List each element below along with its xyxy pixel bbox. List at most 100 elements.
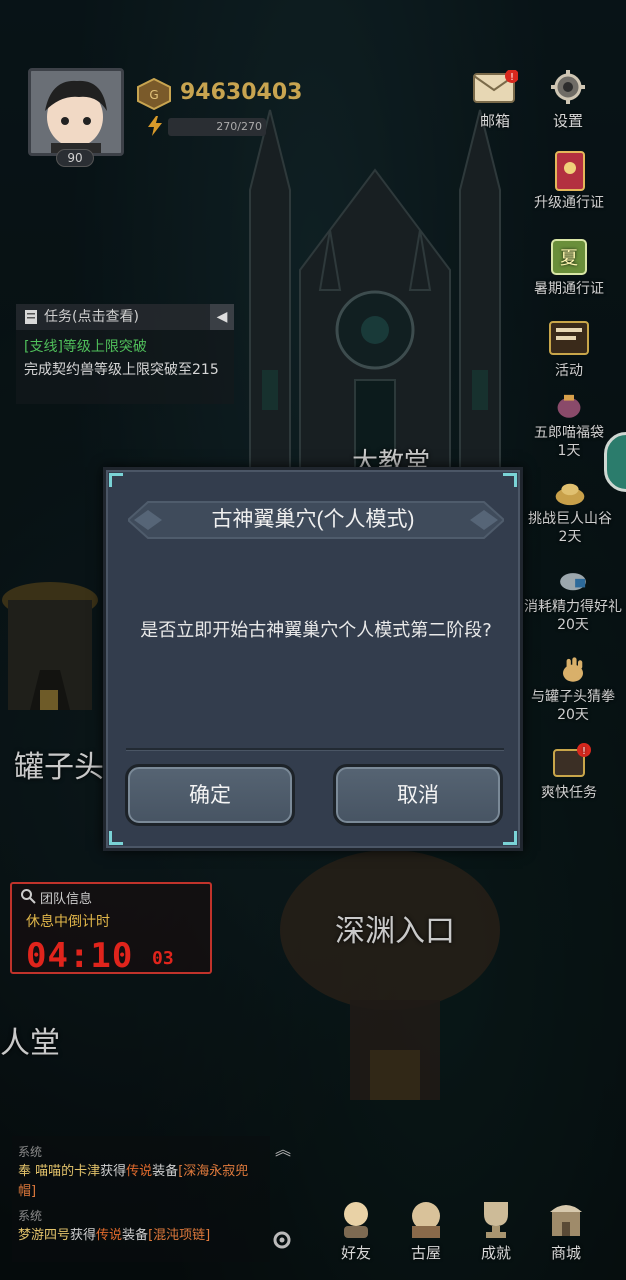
nav-shop[interactable]: 商城 (534, 1198, 598, 1263)
pass-book-icon (555, 151, 585, 191)
chat-text: 获得 (100, 1164, 127, 1179)
magnifier-icon (21, 889, 36, 904)
edge-floating-button[interactable] (604, 432, 626, 492)
svg-text:夏: 夏 (560, 248, 578, 269)
task-collapse-button[interactable]: ◀ (210, 304, 234, 330)
team-header-label: 团队信息 (40, 892, 93, 907)
dialog-title: 古神翼巢穴(个人模式) (211, 508, 415, 531)
energy-gift-label: 消耗精力得好礼 (524, 599, 622, 615)
task-description: 完成契约兽等级上限突破至215 (24, 362, 219, 378)
task-title: [支线]等级上限突破 (24, 339, 147, 355)
chat-text: 装备 (122, 1228, 149, 1243)
countdown-main: 04:10 (26, 936, 134, 976)
task-header-label: 任务(点击查看) (44, 309, 139, 325)
abyss-label: 深渊入口 (335, 914, 455, 949)
chat-text: 获得 (70, 1228, 97, 1243)
chat-settings-gear-icon[interactable] (270, 1228, 294, 1252)
hall-label: 人堂 (0, 1026, 60, 1061)
friends-icon (344, 1202, 368, 1238)
upgrade-pass-label: 升级通行证 (534, 195, 604, 211)
energy-bar: 270/270 (168, 118, 266, 136)
mail-label: 邮箱 (479, 112, 510, 130)
chat-system-tag: 系统 (18, 1209, 43, 1223)
bolt-icon (148, 116, 162, 136)
chat-system-tag: 系统 (18, 1145, 43, 1159)
dialog-message: 是否立即开始古神翼巢穴个人模式第二阶段? (140, 620, 492, 641)
chat-item-link[interactable]: [混沌项链] (148, 1228, 210, 1243)
nav-old-house-label: 古屋 (410, 1244, 441, 1262)
nav-achievements[interactable]: 成就 (464, 1198, 528, 1263)
chat-player-name[interactable]: 奉 喵喵的卡津 (18, 1164, 100, 1179)
energy-gift-days: 20天 (557, 617, 589, 633)
jar-rps-days: 20天 (557, 707, 589, 723)
summer-pass-label: 暑期通行证 (534, 281, 604, 297)
hand-icon (563, 657, 583, 682)
event-board-icon (549, 321, 589, 355)
mail-button[interactable]: ! 邮箱 (470, 69, 520, 131)
countdown-seconds: 03 (152, 948, 174, 969)
dialog-corner-ornament (109, 831, 123, 845)
trophy-icon (484, 1202, 508, 1238)
summer-pass-button[interactable]: 夏 暑期通行证 (524, 236, 614, 298)
giant-valley-days: 2天 (558, 529, 582, 545)
jar-head-label: 罐子头 (14, 750, 104, 785)
chat-quality: 传说 (126, 1164, 153, 1179)
cloud-gift-icon (560, 573, 586, 591)
event-label: 活动 (555, 363, 583, 379)
player-level: 90 (56, 149, 94, 167)
giant-valley-button[interactable]: 挑战巨人山谷 2天 (520, 478, 620, 546)
settings-label: 设置 (552, 112, 583, 130)
confirm-button[interactable]: 确定 (125, 764, 295, 826)
team-status: 休息中倒计时 (26, 914, 110, 930)
summer-icon: 夏 (551, 239, 587, 275)
chat-expand-button[interactable]: ︽ (272, 1136, 294, 1159)
old-house-icon (412, 1202, 440, 1238)
chat-panel[interactable]: 系统 奉 喵喵的卡津获得传说装备[深海永寂兜帽] 系统 梦游四号获得传说装备[混… (12, 1136, 270, 1262)
jar-rps-label: 与罐子头猜拳 (531, 689, 615, 705)
task-chest-icon: ! (553, 743, 591, 777)
settings-button[interactable]: 设置 (544, 70, 592, 131)
avatar[interactable] (28, 68, 124, 156)
nav-shop-label: 商城 (550, 1244, 581, 1262)
dialog-corner-ornament (503, 831, 517, 845)
chat-text: 装备 (152, 1164, 179, 1179)
lucky-bag-icon (557, 394, 581, 418)
nav-old-house[interactable]: 古屋 (394, 1198, 458, 1263)
nav-friends-label: 好友 (340, 1244, 371, 1262)
team-header: 团队信息 (12, 884, 210, 907)
event-button[interactable]: 活动 (524, 318, 614, 380)
chat-player-name[interactable]: 梦游四号 (18, 1228, 70, 1243)
nav-achievements-label: 成就 (480, 1244, 511, 1262)
coin-icon: G (137, 78, 171, 110)
quick-task-button[interactable]: ! 爽快任务 (524, 740, 614, 802)
dialog-corner-ornament (109, 473, 123, 487)
cancel-button[interactable]: 取消 (333, 764, 503, 826)
nav-friends[interactable]: 好友 (324, 1198, 388, 1263)
chat-message: 奉 喵喵的卡津获得传说装备[深海永寂兜帽] (18, 1162, 264, 1202)
coin-balance: 94630403 (180, 80, 303, 105)
task-panel[interactable]: 任务(点击查看) ◀ [支线]等级上限突破 完成契约兽等级上限突破至215 (16, 304, 234, 404)
energy-gift-button[interactable]: 消耗精力得好礼 20天 (520, 566, 626, 634)
svg-text:G: G (149, 88, 158, 102)
task-header[interactable]: 任务(点击查看) ◀ (16, 304, 234, 330)
jar-rps-button[interactable]: 与罐子头猜拳 20天 (520, 656, 626, 724)
mail-badge: ! (510, 72, 514, 83)
svg-text:!: ! (582, 746, 586, 757)
lucky-bag-button[interactable]: 五郎喵福袋 1天 (524, 392, 614, 460)
gold-pile-icon (555, 483, 585, 506)
upgrade-pass-button[interactable]: 升级通行证 (524, 150, 614, 212)
dialog-divider (126, 748, 504, 750)
confirm-dialog: 古神翼巢穴(个人模式) 是否立即开始古神翼巢穴个人模式第二阶段? 确定 取消 (103, 467, 523, 851)
shop-icon (550, 1205, 582, 1236)
document-icon (25, 310, 37, 324)
lucky-bag-label: 五郎喵福袋 (534, 425, 604, 441)
mail-icon: ! (473, 69, 519, 103)
team-info-panel[interactable]: 团队信息 休息中倒计时 04:10 03 (10, 882, 212, 976)
lucky-bag-days: 1天 (557, 443, 581, 459)
giant-valley-label: 挑战巨人山谷 (528, 511, 612, 527)
chat-message: 梦游四号获得传说装备[混沌项链] (18, 1226, 264, 1246)
chat-quality: 传说 (96, 1228, 123, 1243)
dialog-corner-ornament (503, 473, 517, 487)
gear-icon (551, 70, 585, 104)
quick-task-label: 爽快任务 (541, 785, 597, 801)
